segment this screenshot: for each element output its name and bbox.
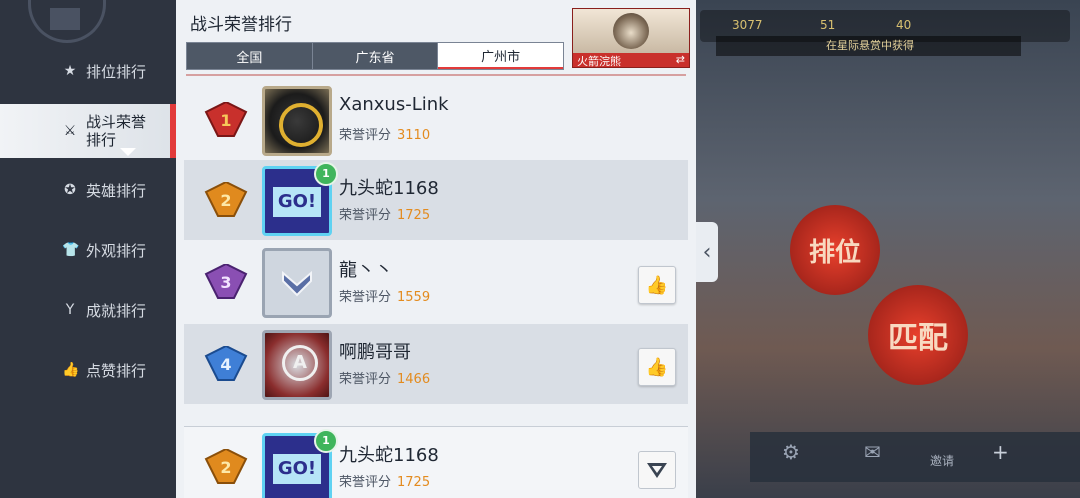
sidebar-item-label: 外观排行	[86, 241, 147, 260]
sidebar-item-hero[interactable]: ✪ 英雄排行	[0, 163, 176, 217]
crossed-swords-icon: ⚔	[63, 123, 77, 139]
rank-emblem-icon	[647, 463, 667, 478]
tab-city[interactable]: 广州市	[438, 43, 564, 69]
sidebar-item-likes[interactable]: 👍 点赞排行	[0, 343, 176, 397]
sidebar-item-label: 排位排行	[86, 62, 147, 81]
player-name: Xanxus-Link	[339, 94, 449, 115]
gold-amount: 3077	[732, 18, 763, 32]
player-name: 九头蛇1168	[339, 178, 439, 199]
hero-selector[interactable]: 火箭浣熊 ⇄	[572, 8, 690, 68]
chevron-left-icon: ‹	[702, 239, 712, 265]
my-rank-row[interactable]: 2 GO! 1 九头蛇1168 荣誉评分 1725	[184, 426, 688, 498]
player-name: 九头蛇1168	[339, 445, 439, 466]
trophy-icon: Y	[65, 302, 75, 318]
honor-score: 荣誉评分 1725	[339, 208, 431, 223]
player-name: 啊鹏哥哥	[339, 342, 411, 363]
active-caret-icon	[120, 148, 136, 156]
sidebar-item-rank[interactable]: ★ 排位排行	[0, 44, 176, 98]
game-background	[695, 0, 1080, 498]
sidebar-item-label: 战斗荣誉排行	[86, 113, 147, 149]
tab-national[interactable]: 全国	[187, 43, 313, 69]
player-name: 龍丶丶	[339, 260, 393, 281]
sidebar-item-achievement[interactable]: Y 成就排行	[0, 283, 176, 337]
sidebar: ★ 排位排行 ⚔ 战斗荣誉排行 ✪ 英雄排行 👕 外观排行 Y 成就排行 👍 点…	[0, 0, 176, 498]
svg-text:1: 1	[220, 111, 231, 130]
avatar[interactable]: A	[262, 330, 332, 400]
sidebar-item-battle-honor[interactable]: ⚔ 战斗荣誉排行	[0, 104, 176, 158]
avatar[interactable]	[262, 248, 332, 318]
ranked-mode-button[interactable]: 排位	[790, 205, 880, 295]
rank-emblem-button[interactable]	[638, 451, 676, 489]
rank-medal-icon: 3	[204, 262, 248, 300]
thumbs-up-icon: 👍	[62, 362, 80, 378]
honor-score: 荣誉评分 3110	[339, 128, 431, 143]
rank-medal-icon: 1	[204, 100, 248, 138]
event-banner: 在星际悬赏中获得	[716, 36, 1021, 56]
page-title: 战斗荣誉排行	[190, 15, 292, 35]
honor-score: 荣誉评分 1466	[339, 372, 431, 387]
avatar[interactable]	[262, 86, 332, 156]
ranking-row[interactable]: 2 GO! 1 九头蛇1168 荣誉评分 1725	[184, 160, 688, 240]
like-button[interactable]: 👍	[638, 348, 676, 386]
level-badge: 1	[314, 429, 338, 453]
svg-text:2: 2	[220, 191, 231, 210]
swap-icon[interactable]: ⇄	[676, 53, 685, 66]
thumbs-up-icon: 👍	[645, 356, 669, 378]
region-tabs: 全国 广东省 广州市	[186, 42, 564, 70]
divider	[186, 74, 686, 76]
svg-text:2: 2	[220, 458, 231, 477]
settings-icon[interactable]: ⚙	[782, 440, 800, 464]
rank-medal-icon: 2	[204, 180, 248, 218]
mail-icon[interactable]: ✉	[864, 440, 881, 464]
sidebar-item-label: 英雄排行	[86, 181, 147, 200]
honor-score: 荣誉评分 1725	[339, 475, 431, 490]
rank-medal-icon: 4	[204, 344, 248, 382]
gem-amount: 51	[820, 18, 836, 32]
thumbs-up-icon: 👍	[645, 274, 669, 296]
hero-name: 火箭浣熊	[577, 55, 621, 68]
collapse-panel-button[interactable]: ‹	[696, 222, 718, 282]
like-button[interactable]: 👍	[638, 266, 676, 304]
honor-score: 荣誉评分 1559	[339, 290, 431, 305]
level-badge: 1	[314, 162, 338, 186]
hero-portrait	[573, 9, 689, 53]
token-amount: 40	[896, 18, 912, 32]
svg-text:3: 3	[220, 273, 231, 292]
invite-label[interactable]: 邀请	[930, 452, 954, 469]
sidebar-item-label: 成就排行	[86, 301, 147, 320]
svg-text:4: 4	[220, 355, 231, 374]
star-icon: ★	[63, 63, 77, 79]
ranking-logo-icon	[50, 8, 80, 30]
ranking-row[interactable]: 1 Xanxus-Link 荣誉评分 3110	[184, 80, 688, 160]
sidebar-item-appearance[interactable]: 👕 外观排行	[0, 223, 176, 277]
rank-medal-icon: 2	[204, 447, 248, 485]
shirt-icon: 👕	[62, 242, 80, 258]
ranking-panel: 战斗荣誉排行 全国 广东省 广州市 火箭浣熊 ⇄ 1 Xanxus-Link 荣…	[176, 0, 696, 498]
ranking-list: 1 Xanxus-Link 荣誉评分 3110 2 GO! 1 九头蛇1168 荣…	[184, 80, 688, 498]
sidebar-item-label: 点赞排行	[86, 361, 147, 380]
ranking-row[interactable]: 4 A 啊鹏哥哥 荣誉评分 1466 👍	[184, 324, 688, 404]
tab-province[interactable]: 广东省	[312, 43, 439, 69]
hero-icon: ✪	[64, 182, 76, 198]
ranking-row[interactable]: 3 龍丶丶 荣誉评分 1559 👍	[184, 242, 688, 322]
add-icon[interactable]: +	[992, 440, 1009, 464]
match-button[interactable]: 匹配	[868, 285, 968, 385]
